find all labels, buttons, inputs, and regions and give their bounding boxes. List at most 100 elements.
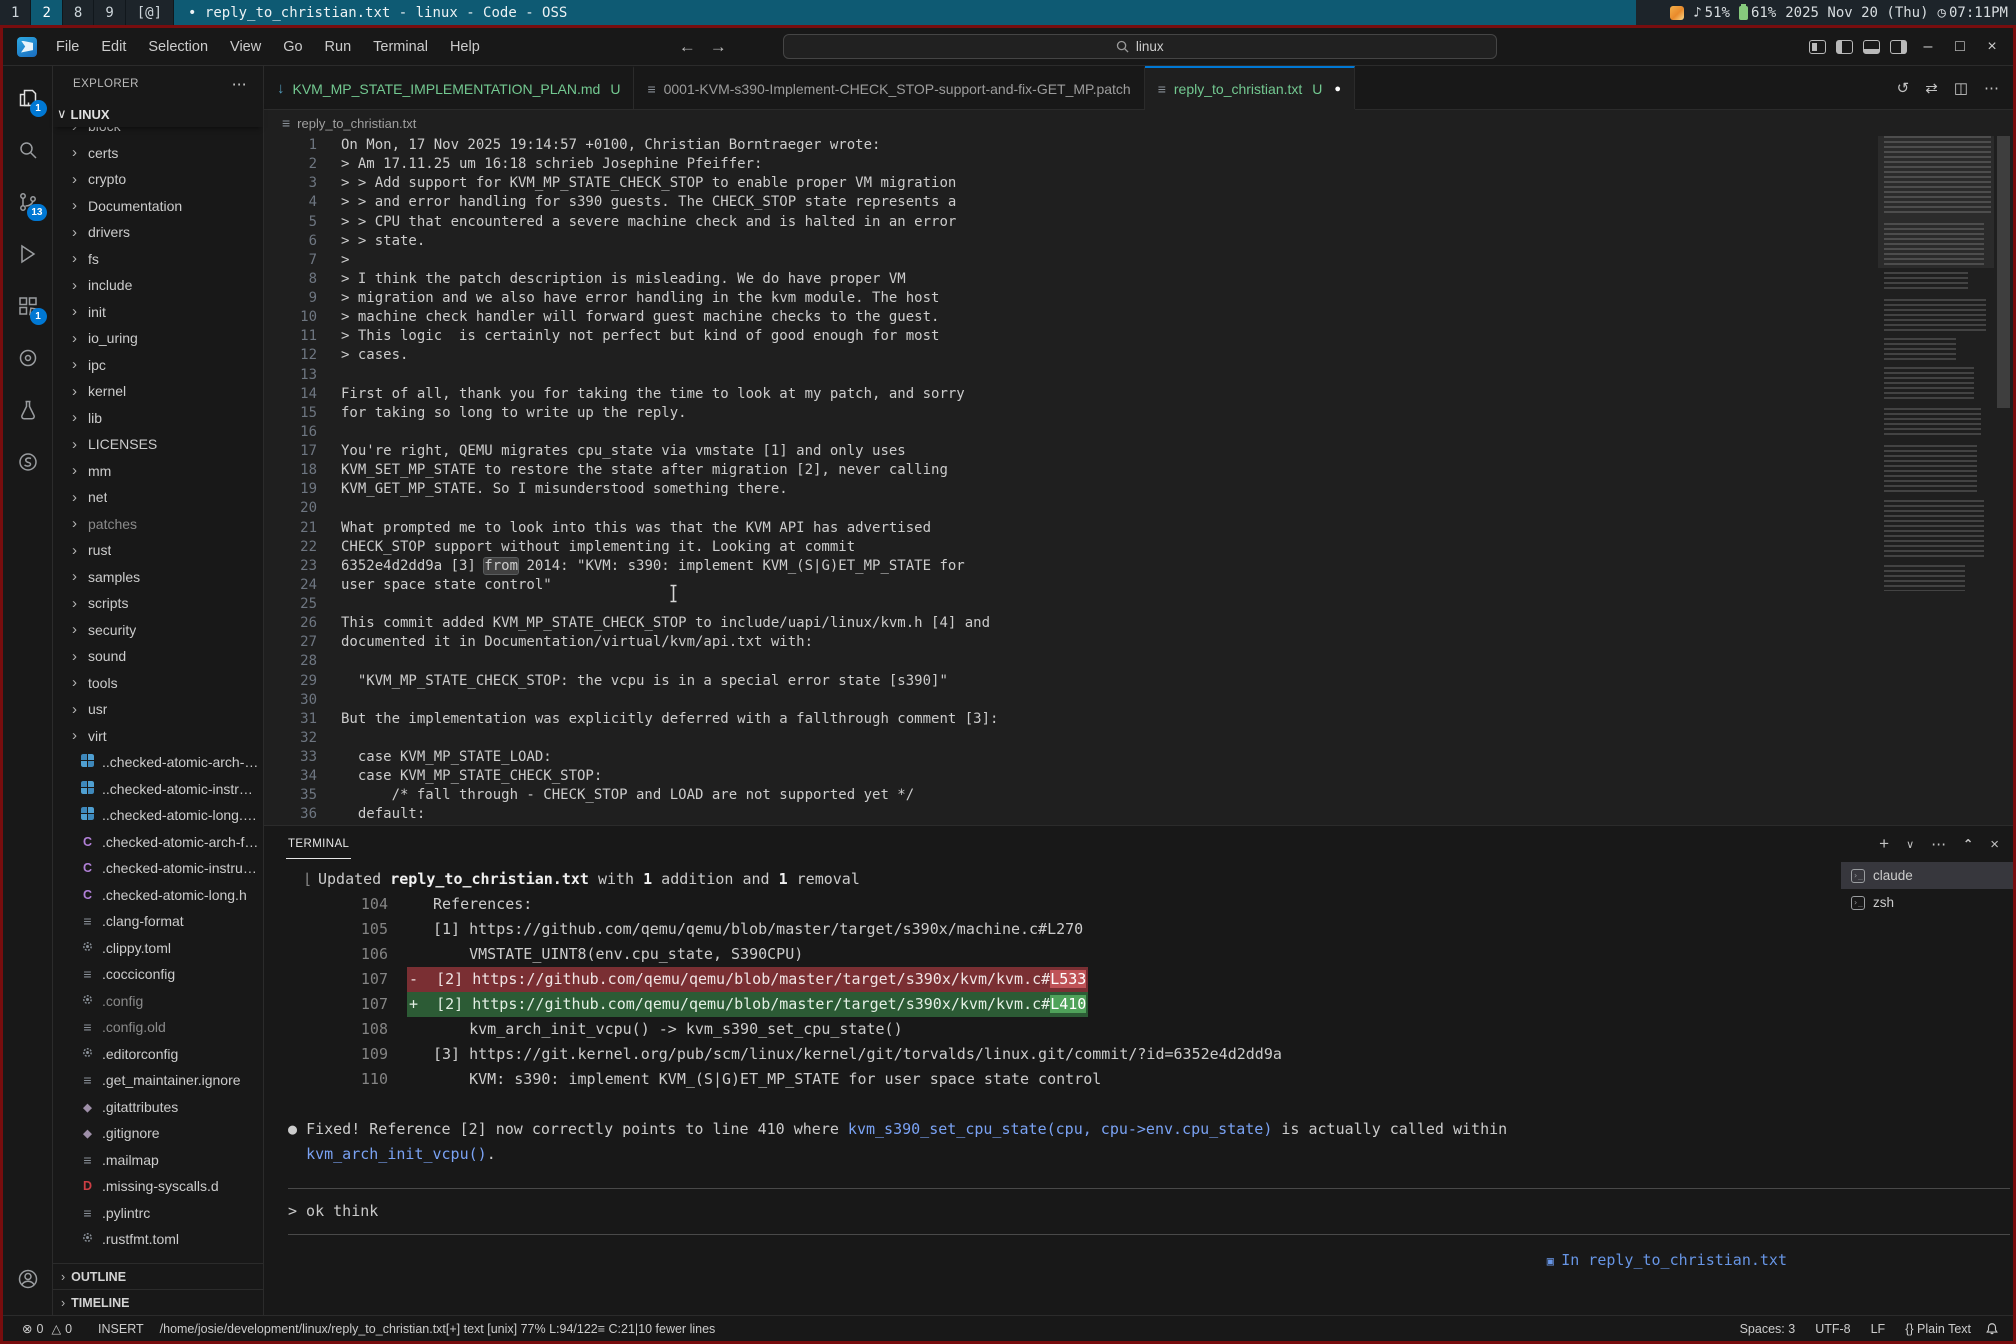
menu-help[interactable]: Help [441, 35, 489, 59]
tree-folder-Documentation[interactable]: ›Documentation [53, 193, 263, 220]
minimap[interactable] [1878, 136, 1994, 736]
timeline-icon[interactable]: ↺ [1897, 79, 1910, 97]
tree-file[interactable]: ≡.clang-format [53, 908, 263, 935]
file-info[interactable]: /home/josie/development/linux/reply_to_c… [155, 1322, 721, 1336]
tree-folder-net[interactable]: ›net [53, 484, 263, 511]
activity-remote-explorer[interactable] [4, 332, 52, 384]
panel-more-actions-icon[interactable]: ⋯ [1931, 835, 1946, 853]
workspace-button-9[interactable]: 9 [94, 0, 125, 25]
close-panel-icon[interactable]: × [1990, 836, 1999, 853]
scrollbar-thumb[interactable] [1997, 136, 2010, 408]
tree-folder-certs[interactable]: ›certs [53, 140, 263, 167]
tree-folder-samples[interactable]: ›samples [53, 564, 263, 591]
tree-folder-mm[interactable]: ›mm [53, 458, 263, 485]
language-mode[interactable]: {} Plain Text [1899, 1322, 1977, 1336]
tree-file[interactable]: C.checked-atomic-instru… [53, 855, 263, 882]
tree-file[interactable]: ◆.gitignore [53, 1120, 263, 1147]
tree-file[interactable]: C.checked-atomic-long.h [53, 882, 263, 909]
terminal-body[interactable]: ⌊Updated reply_to_christian.txt with 1 a… [264, 862, 2013, 1315]
close-button[interactable]: × [1981, 38, 2003, 56]
tree-folder-patches[interactable]: ›patches [53, 511, 263, 538]
menu-view[interactable]: View [221, 35, 270, 59]
activity-run-and-debug[interactable] [4, 228, 52, 280]
tree-folder-sound[interactable]: ›sound [53, 643, 263, 670]
encoding-indicator[interactable]: UTF-8 [1809, 1322, 1856, 1336]
tree-file[interactable]: ..checked-atomic-arch-… [53, 749, 263, 776]
tree-folder-include[interactable]: ›include [53, 272, 263, 299]
text-editor[interactable]: 1234567891011121314151617181920212223242… [264, 136, 2013, 825]
tree-folder-block[interactable]: ›block [53, 127, 263, 140]
breadcrumb[interactable]: ≡ reply_to_christian.txt [264, 110, 2013, 136]
editor-more-actions-icon[interactable]: ⋯ [1984, 79, 1999, 97]
tree-file[interactable]: ..checked-atomic-instr… [53, 776, 263, 803]
editor-tab[interactable]: ≡0001-KVM-s390-Implement-CHECK_STOP-supp… [634, 66, 1144, 109]
tree-folder-kernel[interactable]: ›kernel [53, 378, 263, 405]
tab-terminal[interactable]: TERMINAL [286, 829, 351, 859]
tree-file[interactable]: D.missing-syscalls.d [53, 1173, 263, 1200]
tree-file[interactable]: ≡.config.old [53, 1014, 263, 1041]
new-terminal-button[interactable]: + [1879, 834, 1889, 854]
activity-testing[interactable] [4, 384, 52, 436]
open-changes-icon[interactable]: ⇄ [1925, 79, 1938, 97]
activity-accounts[interactable] [4, 1253, 52, 1305]
tree-folder-tools[interactable]: ›tools [53, 670, 263, 697]
workspace-section-header[interactable]: ∨ LINUX [53, 101, 263, 127]
maximize-panel-icon[interactable]: ⌃ [1963, 837, 1973, 851]
menu-edit[interactable]: Edit [92, 35, 135, 59]
toggle-secondary-sidebar-icon[interactable] [1890, 40, 1907, 54]
command-center-search[interactable]: linux [783, 34, 1497, 59]
terminal-prompt-input[interactable]: > ok think [288, 1189, 2013, 1234]
explorer-more-actions[interactable]: ⋯ [232, 75, 247, 93]
nav-back-button[interactable]: ← [679, 37, 696, 57]
activity-search[interactable] [4, 124, 52, 176]
tree-file[interactable]: ◆.gitattributes [53, 1094, 263, 1121]
workspace-button-8[interactable]: 8 [63, 0, 94, 25]
terminal-tab-claude[interactable]: ›_claude [1841, 862, 2013, 889]
toggle-sidebar-icon[interactable] [1836, 40, 1853, 54]
tree-file[interactable]: ≡.mailmap [53, 1147, 263, 1174]
split-editor-icon[interactable]: ◫ [1954, 79, 1968, 97]
maximize-button[interactable]: □ [1949, 38, 1971, 56]
section-outline[interactable]: ›OUTLINE [53, 1263, 263, 1289]
minimap-viewport[interactable] [1878, 136, 1994, 268]
tree-folder-scripts[interactable]: ›scripts [53, 590, 263, 617]
tree-file[interactable]: .config [53, 988, 263, 1015]
activity-explorer[interactable]: 1 [4, 72, 52, 124]
window-title[interactable]: • reply_to_christian.txt - linux - Code … [174, 0, 1636, 25]
workspace-button-[interactable]: [@] [126, 0, 174, 25]
tree-folder-drivers[interactable]: ›drivers [53, 219, 263, 246]
tree-file[interactable]: .clippy.toml [53, 935, 263, 962]
editor-tab[interactable]: ↓KVM_MP_STATE_IMPLEMENTATION_PLAN.mdU [264, 66, 634, 109]
activity-supermaven-extension[interactable] [4, 436, 52, 488]
tree-file[interactable]: ≡.pylintrc [53, 1200, 263, 1227]
menu-go[interactable]: Go [274, 35, 311, 59]
activity-extensions[interactable]: 1 [4, 280, 52, 332]
tree-folder-virt[interactable]: ›virt [53, 723, 263, 750]
notifications-bell-icon[interactable] [1985, 1322, 1999, 1336]
activity-source-control[interactable]: 13 [4, 176, 52, 228]
workspace-button-2[interactable]: 2 [31, 0, 62, 25]
nav-forward-button[interactable]: → [710, 37, 727, 57]
section-timeline[interactable]: ›TIMELINE [53, 1289, 263, 1315]
tree-file[interactable]: ≡.cocciconfig [53, 961, 263, 988]
tree-folder-init[interactable]: ›init [53, 299, 263, 326]
customize-layout-icon[interactable] [1809, 40, 1826, 54]
tree-folder-fs[interactable]: ›fs [53, 246, 263, 273]
tree-file[interactable]: .editorconfig [53, 1041, 263, 1068]
tree-folder-lib[interactable]: ›lib [53, 405, 263, 432]
terminal-tab-zsh[interactable]: ›_zsh [1841, 889, 2013, 916]
tree-folder-usr[interactable]: ›usr [53, 696, 263, 723]
vim-mode-indicator[interactable]: INSERT [93, 1322, 149, 1336]
dirty-indicator[interactable]: ● [1334, 83, 1341, 95]
tree-folder-LICENSES[interactable]: ›LICENSES [53, 431, 263, 458]
menu-file[interactable]: File [47, 35, 88, 59]
toggle-panel-icon[interactable] [1863, 40, 1880, 54]
menu-selection[interactable]: Selection [139, 35, 217, 59]
workspace-button-1[interactable]: 1 [0, 0, 31, 25]
terminal-profile-dropdown-icon[interactable]: ∨ [1906, 838, 1914, 851]
problems-indicator[interactable]: ⊗0 △0 [17, 1321, 77, 1336]
tree-folder-rust[interactable]: ›rust [53, 537, 263, 564]
editor-scrollbar[interactable] [1994, 136, 2013, 825]
tree-folder-security[interactable]: ›security [53, 617, 263, 644]
tree-folder-io_uring[interactable]: ›io_uring [53, 325, 263, 352]
